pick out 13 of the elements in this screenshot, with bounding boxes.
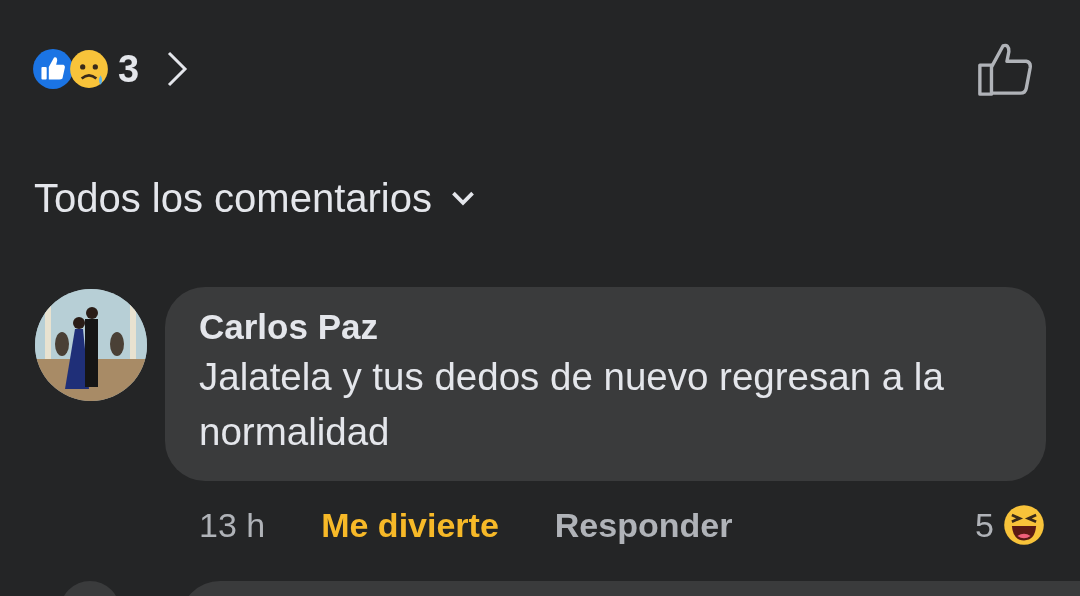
laughing-emoji-icon <box>1002 503 1046 547</box>
reply-button[interactable]: Responder <box>554 505 733 545</box>
reaction-count: 5 <box>975 505 994 545</box>
reaction-button[interactable]: Me divierte <box>321 505 499 545</box>
reaction-count: 3 <box>118 47 140 91</box>
caret-icon <box>449 190 476 207</box>
sad-emoji-icon <box>68 48 110 90</box>
comment-author[interactable]: Carlos Paz <box>199 307 1012 347</box>
comment-filter-dropdown[interactable]: Todos los comentarios <box>34 176 476 221</box>
comment-text: Jalatela y tus dedos de nuevo regresan a la normalidad <box>199 354 945 455</box>
chevron-right-icon[interactable] <box>165 49 190 89</box>
like-icon <box>32 48 74 90</box>
comment-time: 13 h <box>199 505 266 545</box>
